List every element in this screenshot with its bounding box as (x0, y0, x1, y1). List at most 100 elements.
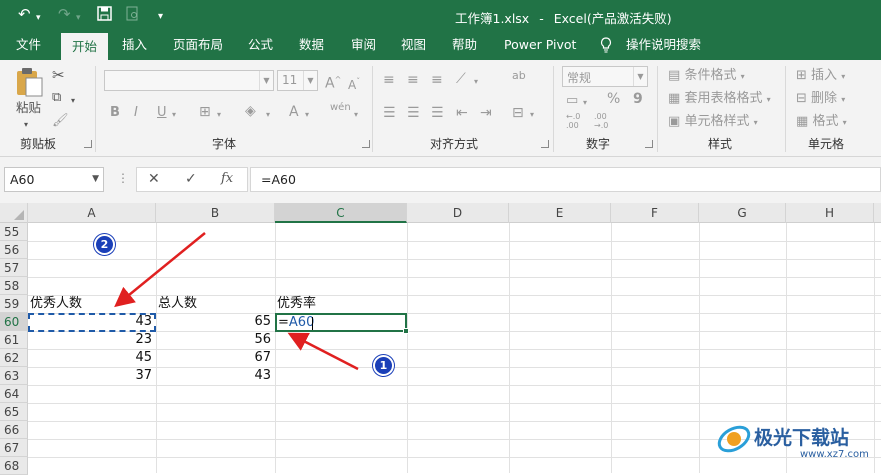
tab-help[interactable]: 帮助 (452, 30, 477, 60)
tab-insert[interactable]: 插入 (122, 30, 147, 60)
delete-cells-button[interactable]: ⊟ 删除 ▾ (796, 91, 845, 108)
underline-button[interactable]: U (157, 105, 167, 121)
enter-icon[interactable]: ✓ (185, 171, 197, 187)
font-group-label: 字体 (212, 137, 237, 151)
accounting-dropdown-icon[interactable]: ▾ (583, 95, 587, 111)
tab-power-pivot[interactable]: Power Pivot (504, 30, 576, 60)
copy-icon[interactable]: ⧉ (52, 90, 61, 106)
tab-page-layout[interactable]: 页面布局 (173, 30, 223, 60)
align-bottom-icon[interactable]: ≡ (431, 72, 443, 88)
separator (785, 66, 786, 152)
formula-input[interactable]: =A60 (250, 167, 881, 192)
wrap-text-icon[interactable]: ab (512, 70, 526, 81)
align-top-icon[interactable]: ≡ (383, 72, 395, 88)
font-launcher-icon[interactable] (362, 140, 370, 148)
decrease-decimal-icon[interactable]: .00 →.0 (594, 112, 608, 130)
border-dropdown-icon[interactable]: ▾ (217, 107, 221, 123)
font-color-icon[interactable]: A (289, 104, 299, 120)
font-name-dropdown-icon[interactable]: ▼ (259, 71, 273, 90)
number-format-dropdown-icon[interactable]: ▼ (633, 67, 647, 86)
grow-font-icon[interactable]: A^ (325, 72, 341, 92)
alignment-launcher-icon[interactable] (541, 140, 549, 148)
customize-icon[interactable]: ▾ (158, 9, 163, 25)
percent-button[interactable]: % (607, 91, 620, 107)
watermark: 极光下载站 www.xz7.com (712, 413, 881, 473)
align-center-icon[interactable]: ☰ (407, 105, 420, 121)
orientation-dropdown-icon[interactable]: ▾ (474, 74, 478, 90)
watermark-text: 极光下载站 (754, 427, 850, 449)
clipboard-launcher-icon[interactable] (84, 140, 92, 148)
comma-button[interactable]: 9 (633, 91, 643, 107)
save-icon[interactable] (97, 6, 112, 24)
alignment-group-label: 对齐方式 (430, 137, 479, 151)
merge-center-icon[interactable]: ⊟ (512, 105, 524, 121)
tab-file[interactable]: 文件 (16, 30, 41, 60)
conditional-format-dropdown-icon: ▾ (740, 72, 745, 81)
font-size-combo[interactable]: 11 ▼ (277, 70, 318, 91)
format-cells-label: 格式 (812, 114, 839, 129)
border-icon[interactable]: ⊞ (199, 104, 211, 120)
align-right-icon[interactable]: ☰ (431, 105, 444, 121)
number-launcher-icon[interactable] (645, 140, 653, 148)
cell-styles-button[interactable]: ▣ 单元格样式 ▾ (668, 114, 758, 131)
underline-dropdown-icon[interactable]: ▾ (172, 107, 176, 123)
title-separator: - (539, 11, 544, 26)
cancel-icon[interactable]: ✕ (148, 171, 160, 187)
format-as-table-button[interactable]: ▦ 套用表格格式 ▾ (668, 91, 771, 108)
font-size-dropdown-icon[interactable]: ▼ (303, 71, 317, 90)
file-title: 工作簿1.xlsx (455, 11, 530, 26)
separator (553, 66, 554, 152)
format-painter-icon[interactable]: 🖌 (52, 113, 69, 129)
orientation-icon[interactable]: ⟋ (456, 71, 466, 87)
decrease-indent-icon[interactable]: ⇤ (456, 105, 468, 121)
undo-icon[interactable]: ↶ (18, 6, 31, 22)
tab-formulas[interactable]: 公式 (248, 30, 273, 60)
italic-button[interactable]: I (134, 105, 138, 121)
font-color-dropdown-icon[interactable]: ▾ (305, 107, 309, 123)
align-middle-icon[interactable]: ≡ (407, 72, 419, 88)
copy-dropdown-icon[interactable]: ▾ (71, 93, 75, 109)
tell-me-search[interactable]: 操作说明搜索 (626, 30, 701, 60)
conditional-format-button[interactable]: ▤ 条件格式 ▾ (668, 68, 745, 85)
number-format-combo[interactable]: 常规 ▼ (562, 66, 648, 87)
merge-dropdown-icon[interactable]: ▾ (530, 107, 534, 123)
tab-home[interactable]: 开始 (61, 33, 109, 60)
format-cells-button[interactable]: ▦ 格式 ▾ (796, 114, 847, 131)
tab-review[interactable]: 审阅 (351, 30, 376, 60)
redo-icon[interactable]: ↷ (58, 6, 71, 22)
cut-icon[interactable]: ✂ (52, 67, 65, 83)
shrink-font-icon[interactable]: Aˇ (348, 74, 360, 93)
paste-icon[interactable] (14, 66, 44, 103)
redo-dropdown-icon[interactable]: ▾ (76, 10, 81, 26)
format-as-table-icon: ▦ (668, 91, 681, 106)
font-name-combo[interactable]: ▼ (104, 70, 274, 91)
title-bar: ↶ ▾ ↷ ▾ ▾ 工作簿1.xlsx - Excel(产品激活失败) (0, 0, 881, 30)
bold-button[interactable]: B (110, 105, 120, 121)
name-box[interactable]: A60 ▼ (4, 167, 104, 192)
paste-dropdown-icon[interactable]: ▾ (24, 117, 28, 133)
accounting-format-icon[interactable]: ▭ (566, 93, 578, 109)
fill-color-icon[interactable]: ◈ (245, 103, 256, 119)
conditional-format-label: 条件格式 (684, 68, 737, 83)
undo-dropdown-icon[interactable]: ▾ (36, 10, 41, 26)
insert-cells-button[interactable]: ⊞ 插入 ▾ (796, 68, 845, 85)
increase-decimal-icon[interactable]: ←.0 .00 (566, 112, 580, 130)
tab-view[interactable]: 视图 (401, 30, 426, 60)
name-box-dropdown-icon[interactable]: ▼ (92, 168, 99, 191)
delete-cells-label: 删除 (811, 91, 838, 106)
watermark-url: www.xz7.com (800, 449, 869, 460)
print-preview-icon[interactable] (126, 6, 139, 24)
fill-color-dropdown-icon[interactable]: ▾ (266, 107, 270, 123)
align-left-icon[interactable]: ☰ (383, 105, 396, 121)
number-format-value: 常规 (567, 71, 592, 85)
formula-bar-grip-icon[interactable]: ⋮ (117, 171, 129, 185)
tab-data[interactable]: 数据 (299, 30, 324, 60)
font-size-value: 11 (282, 73, 298, 87)
paste-button[interactable]: 粘贴 (16, 100, 41, 116)
insert-function-icon[interactable]: fx (221, 171, 233, 186)
watermark-logo-icon (717, 425, 751, 453)
format-as-table-dropdown-icon: ▾ (766, 95, 771, 104)
phonetic-icon[interactable]: wén (330, 100, 351, 116)
increase-indent-icon[interactable]: ⇥ (480, 105, 492, 121)
phonetic-dropdown-icon[interactable]: ▾ (354, 107, 358, 123)
